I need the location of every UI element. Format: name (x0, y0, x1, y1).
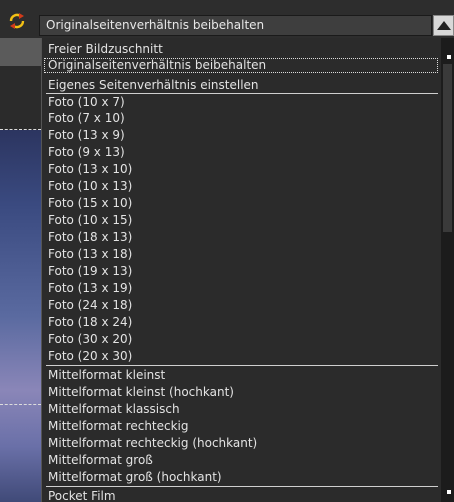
aspect-ratio-select[interactable]: Originalseitenverhältnis beibehalten (39, 15, 432, 36)
list-item[interactable]: Foto (18 x 13) (48, 230, 436, 245)
list-item[interactable]: Foto (15 x 10) (48, 196, 436, 211)
list-item[interactable]: Foto (30 x 20) (48, 332, 436, 347)
list-item[interactable]: Foto (13 x 18) (48, 247, 436, 262)
list-item[interactable]: Mittelformat rechteckig (48, 419, 436, 434)
canvas-strip (0, 38, 41, 66)
list-item[interactable]: Foto (10 x 13) (48, 179, 436, 194)
scrollbar-thumb[interactable] (443, 64, 452, 232)
photo-preview (0, 130, 41, 502)
crop-guide-bottom (0, 404, 41, 405)
crop-guide-top (0, 129, 41, 130)
list-item[interactable]: Eigenes Seitenverhältnis einstellen (48, 78, 436, 93)
list-item[interactable]: Foto (13 x 9) (48, 128, 436, 143)
list-item[interactable]: Mittelformat rechteckig (hochkant) (48, 436, 436, 451)
list-item[interactable]: Mittelformat groß (hochkant) (48, 470, 436, 485)
rotate-arrows-icon[interactable] (8, 12, 26, 30)
separator (46, 486, 438, 487)
separator (46, 365, 438, 366)
list-item[interactable]: Foto (20 x 30) (48, 349, 436, 364)
list-item[interactable]: Foto (7 x 10) (48, 111, 436, 126)
list-item[interactable]: Foto (19 x 13) (48, 264, 436, 279)
list-item[interactable]: Foto (10 x 15) (48, 213, 436, 228)
list-item[interactable]: Foto (13 x 10) (48, 162, 436, 177)
aspect-ratio-dropdown-list[interactable]: Freier Bildzuschnitt Originalseitenverhä… (41, 38, 441, 502)
separator (46, 93, 438, 94)
list-item[interactable]: Foto (10 x 7) (48, 95, 436, 110)
list-item[interactable]: Mittelformat kleinst (hochkant) (48, 385, 436, 400)
list-item[interactable]: Freier Bildzuschnitt (48, 42, 436, 57)
list-item[interactable]: Mittelformat kleinst (48, 368, 436, 383)
list-item[interactable]: Foto (18 x 24) (48, 315, 436, 330)
list-item[interactable]: Foto (13 x 19) (48, 281, 436, 296)
list-item[interactable]: Mittelformat klassisch (48, 402, 436, 417)
list-item-selected[interactable]: Originalseitenverhältnis beibehalten (44, 58, 438, 73)
triangle-up-icon[interactable] (433, 15, 454, 36)
list-item[interactable]: Foto (24 x 18) (48, 298, 436, 313)
scroll-up-button[interactable] (447, 55, 451, 59)
aspect-ratio-select-value: Originalseitenverhältnis beibehalten (46, 18, 265, 32)
list-item[interactable]: Mittelformat groß (48, 453, 436, 468)
scroll-down-button[interactable] (447, 490, 451, 494)
list-item[interactable]: Pocket Film (48, 489, 436, 502)
list-item[interactable]: Foto (9 x 13) (48, 145, 436, 160)
